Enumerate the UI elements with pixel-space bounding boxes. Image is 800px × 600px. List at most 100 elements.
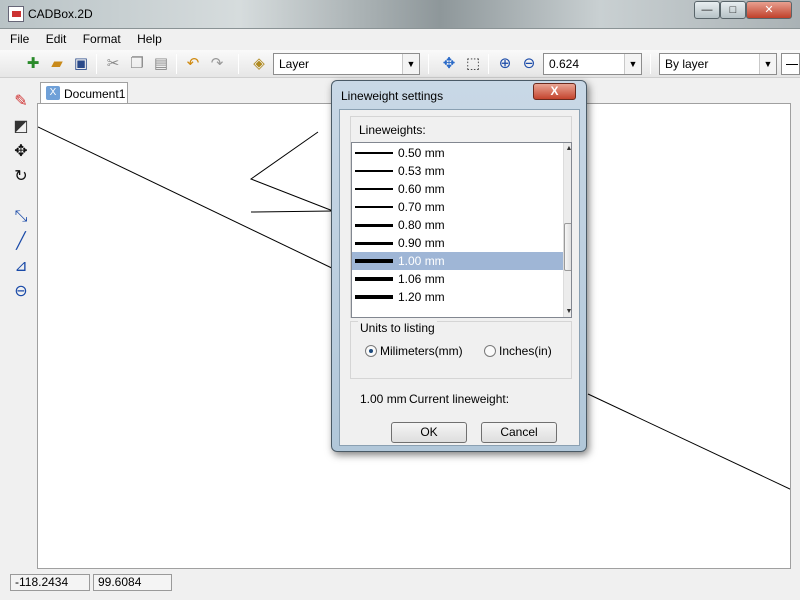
drawn-line[interactable]	[587, 393, 791, 490]
toolbar-separator	[238, 54, 239, 74]
layers-icon[interactable]: ◈	[248, 53, 270, 75]
polyline-icon[interactable]: ⊿	[10, 256, 32, 278]
lineweight-item[interactable]: 1.06 mm	[352, 270, 563, 288]
redo-icon[interactable]: ↷	[206, 53, 228, 75]
toolbar-separator	[488, 54, 489, 74]
lineweight-preview	[355, 295, 393, 299]
lineweight-item-label: 1.00 mm	[398, 254, 445, 268]
toolbar-separator	[428, 54, 429, 74]
drawn-line[interactable]	[250, 210, 334, 213]
rotate-icon[interactable]: ↻	[10, 166, 32, 188]
zoom-out-icon[interactable]: ⊖	[518, 53, 540, 75]
zoom-value: 0.624	[549, 57, 580, 71]
dialog-title: Lineweight settings	[341, 89, 444, 103]
radio-dot[interactable]	[484, 345, 496, 357]
lineweight-item[interactable]: 0.53 mm	[352, 162, 563, 180]
tab-close-icon[interactable]: X	[46, 86, 60, 100]
radio-millimeters[interactable]: Milimeters(mm)	[365, 344, 463, 358]
lineweights-label: Lineweights:	[359, 123, 426, 137]
lineweight-item-label: 0.50 mm	[398, 146, 445, 160]
lineweight-item[interactable]: 0.60 mm	[352, 180, 563, 198]
zoom-combo[interactable]: 0.624 ▼	[543, 53, 642, 75]
document-tab-label: Document1	[64, 87, 126, 101]
paste-icon[interactable]: ▤	[150, 53, 172, 75]
lineweight-item[interactable]: 0.80 mm	[352, 216, 563, 234]
dialog-body: Lineweights: 0.50 mm 0.53 mm 0.60 mm 0.70 m…	[339, 109, 580, 446]
lineweight-item[interactable]: 1.20 mm	[352, 288, 563, 306]
chevron-down-icon[interactable]: ▼	[402, 54, 419, 74]
scroll-down-icon[interactable]: ▼	[564, 306, 571, 317]
lineweight-item[interactable]: 1.00 mm	[352, 252, 563, 270]
layer-combo-value: Layer	[279, 57, 310, 71]
pencil-icon[interactable]: ✎	[10, 91, 32, 113]
circle-tool-icon[interactable]: ⊖	[10, 281, 32, 303]
new-file-icon[interactable]: ✚	[22, 53, 44, 75]
lineweight-item-label: 0.70 mm	[398, 200, 445, 214]
menu-edit[interactable]: Edit	[36, 29, 70, 46]
lineweight-item-label: 0.80 mm	[398, 218, 445, 232]
undo-icon[interactable]: ↶	[182, 53, 204, 75]
lineweight-preview	[355, 259, 393, 263]
line-preview	[786, 64, 798, 65]
lineweight-item[interactable]: 0.90 mm	[352, 234, 563, 252]
scroll-up-icon[interactable]: ▲	[564, 143, 571, 154]
cancel-button[interactable]: Cancel	[481, 422, 557, 443]
radio-dot-selected[interactable]	[365, 345, 377, 357]
document-tab[interactable]: X Document1	[40, 82, 128, 104]
chevron-down-icon[interactable]: ▼	[624, 54, 641, 74]
toolbar-separator	[650, 54, 651, 74]
maximize-button[interactable]: □	[720, 1, 746, 19]
minimize-button[interactable]: —	[694, 1, 720, 19]
pan-icon[interactable]: ✥	[438, 53, 460, 75]
lineweight-preview	[355, 206, 393, 208]
open-folder-icon[interactable]: ▰	[46, 53, 68, 75]
title-bar[interactable]: CADBox.2D — □ ✕	[0, 0, 800, 29]
layer-combo[interactable]: Layer ▼	[273, 53, 420, 75]
lineweight-preview	[355, 188, 393, 190]
lineweight-item-label: 0.90 mm	[398, 236, 445, 250]
lineweight-item[interactable]: 0.70 mm	[352, 198, 563, 216]
scroll-thumb[interactable]	[564, 223, 571, 271]
drawn-line[interactable]	[38, 126, 339, 272]
lineweight-item-label: 0.53 mm	[398, 164, 445, 178]
radio-millimeters-label: Milimeters(mm)	[380, 344, 463, 358]
dimension-line-icon[interactable]: ⤡	[10, 206, 32, 228]
menu-format[interactable]: Format	[73, 29, 124, 46]
move-icon[interactable]: ✥	[10, 141, 32, 163]
ok-button[interactable]: OK	[391, 422, 467, 443]
linetype-combo[interactable]: By layer ▼	[659, 53, 777, 75]
toolbar-separator	[96, 54, 97, 74]
lineweight-list[interactable]: 0.50 mm 0.53 mm 0.60 mm 0.70 mm 0.80 mm 0.90 …	[351, 142, 572, 318]
zoom-in-icon[interactable]: ⊕	[494, 53, 516, 75]
list-scrollbar[interactable]: ▲ ▼	[563, 143, 571, 317]
app-icon	[8, 6, 24, 22]
line-tool-icon[interactable]: ╱	[10, 231, 32, 253]
chevron-down-icon[interactable]: ▼	[759, 54, 776, 74]
right-edge	[791, 78, 800, 572]
lineweight-preview	[355, 170, 393, 172]
lineweight-item[interactable]: 0.50 mm	[352, 144, 563, 162]
select-icon[interactable]: ◩	[10, 116, 32, 138]
dialog-close-button[interactable]: X	[533, 83, 576, 100]
save-icon[interactable]: ▣	[70, 53, 92, 75]
lineweight-preview	[355, 152, 393, 154]
menu-file[interactable]: File	[0, 29, 32, 46]
radio-inches[interactable]: Inches(in)	[484, 344, 552, 358]
copy-icon[interactable]: ❐	[126, 53, 148, 75]
lineweight-item-label: 0.60 mm	[398, 182, 445, 196]
status-x-coordinate: -118.2434	[10, 574, 90, 591]
lineweight-combo[interactable]	[781, 53, 800, 75]
drawn-polyline[interactable]	[249, 131, 334, 212]
units-label: Units to listing	[358, 321, 437, 335]
lineweight-preview	[355, 224, 393, 227]
current-lineweight-label: Current lineweight:	[409, 392, 510, 406]
lineweight-item-label: 1.06 mm	[398, 272, 445, 286]
menu-help[interactable]: Help	[127, 29, 165, 46]
close-button[interactable]: ✕	[746, 1, 792, 19]
status-y-coordinate: 99.6084	[93, 574, 172, 591]
status-bar: -118.2434 99.6084	[0, 572, 800, 600]
current-lineweight-value: 1.00 mm	[360, 392, 407, 406]
cut-icon[interactable]: ✂	[102, 53, 124, 75]
menu-bar: File Edit Format Help	[0, 29, 800, 49]
zoom-window-icon[interactable]: ⬚	[462, 53, 484, 75]
